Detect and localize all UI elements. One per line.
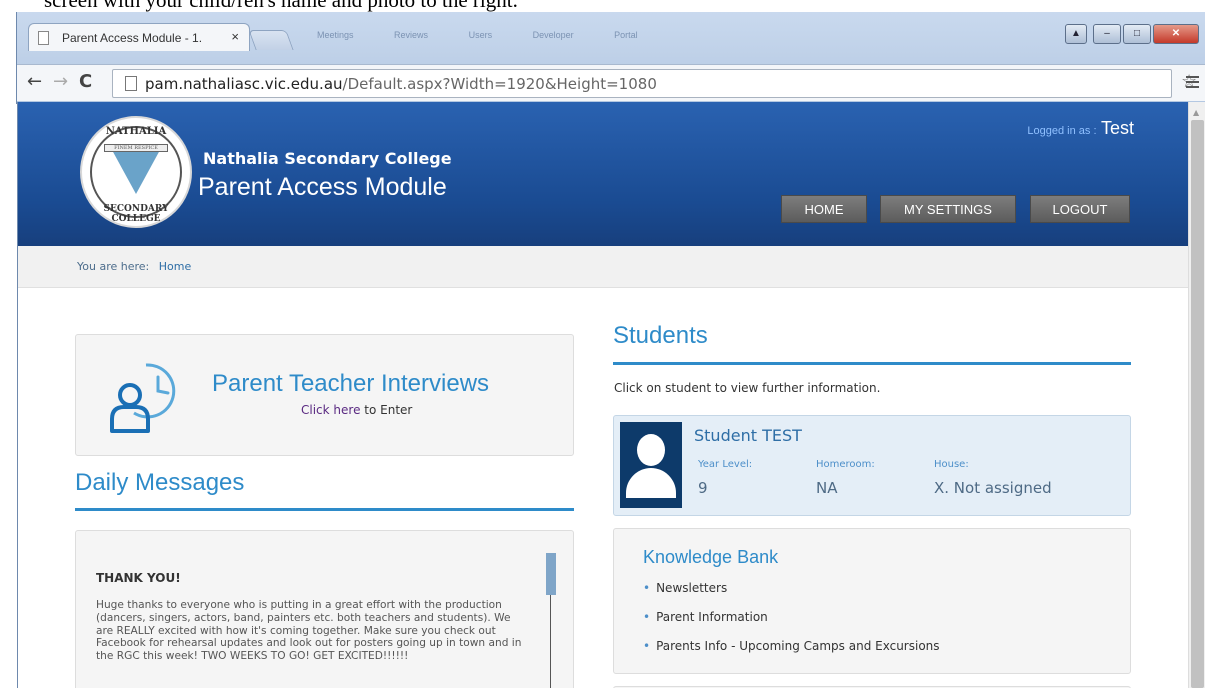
module-name: Parent Access Module	[198, 173, 447, 201]
url-text[interactable]: pam.nathaliasc.vic.edu.au/Default.aspx?W…	[145, 75, 657, 93]
homeroom-value: NA	[816, 479, 838, 497]
year-level-value: 9	[698, 479, 708, 497]
tab-parent-access-module[interactable]: Parent Access Module - 1. ×	[28, 23, 250, 51]
logo-emblem	[112, 150, 160, 194]
logo-bottom-text: SECONDARY COLLEGE	[103, 204, 169, 224]
back-icon[interactable]: ←	[27, 73, 42, 91]
breadcrumb-home-link[interactable]: Home	[159, 260, 191, 273]
pti-enter-link[interactable]: Click here to Enter	[301, 403, 412, 417]
knowledge-bank-link[interactable]: Newsletters	[656, 581, 727, 595]
background-tab[interactable]: Reviews	[394, 30, 428, 40]
student-photo-avatar	[620, 422, 682, 508]
knowledge-bank-list: • Newsletters • Parent Information • Parent…	[643, 581, 940, 668]
interview-clock-user-icon	[110, 363, 176, 433]
page-favicon-icon	[38, 31, 49, 45]
logged-in-user: Test	[1100, 118, 1134, 138]
logged-in-label: Logged in as :	[1027, 125, 1097, 137]
page-viewport: NATHALIA FINEM RESPICE SECONDARY COLLEGE…	[17, 102, 1188, 688]
background-tab-titles: Meetings Reviews Users Developer Portal	[317, 30, 676, 40]
knowledge-bank-panel: Knowledge Bank • Newsletters • Parent Info…	[613, 528, 1131, 674]
pti-click-here[interactable]: Click here	[301, 403, 360, 417]
knowledge-bank-link[interactable]: Parents Info - Upcoming Camps and Excurs…	[656, 639, 939, 653]
homeroom-label: Homeroom:	[816, 459, 875, 470]
message-body: Huge thanks to everyone who is putting i…	[96, 599, 522, 663]
daily-messages-panel: THANK YOU! Huge thanks to everyone who i…	[75, 530, 574, 688]
students-title: Students	[613, 322, 708, 349]
reload-icon[interactable]: C	[79, 73, 92, 91]
bullet-icon: •	[643, 610, 651, 624]
pti-title[interactable]: Parent Teacher Interviews	[212, 370, 489, 398]
logged-in-status: Logged in as : Test	[1027, 118, 1134, 139]
students-hint: Click on student to view further informa…	[614, 381, 881, 395]
browser-toolbar: ← → C pam.nathaliasc.vic.edu.au/Default.…	[17, 64, 1205, 101]
minimize-button[interactable]: –	[1093, 24, 1121, 44]
breadcrumb: You are here: Home	[77, 260, 191, 273]
logo-motto: FINEM RESPICE	[104, 144, 168, 152]
forward-icon[interactable]: →	[53, 73, 68, 91]
background-tab[interactable]: Meetings	[317, 30, 354, 40]
page-scrollbar[interactable]: ▲	[1188, 102, 1205, 688]
knowledge-bank-link[interactable]: Parent Information	[656, 610, 768, 624]
student-card[interactable]: Student TEST Year Level: Homeroom: House…	[613, 415, 1131, 516]
user-profile-button[interactable]: ▲	[1065, 24, 1087, 44]
knowledge-bank-item[interactable]: • Newsletters	[643, 581, 940, 610]
house-value: X. Not assigned	[934, 479, 1052, 497]
home-button[interactable]: HOME	[781, 195, 867, 223]
close-window-button[interactable]: ✕	[1153, 24, 1199, 44]
house-label: House:	[934, 459, 969, 470]
address-bar[interactable]: pam.nathaliasc.vic.edu.au/Default.aspx?W…	[112, 69, 1172, 98]
maximize-button[interactable]: □	[1123, 24, 1151, 44]
logout-button[interactable]: LOGOUT	[1030, 195, 1130, 223]
knowledge-bank-item[interactable]: • Parents Info - Upcoming Camps and Excur…	[643, 639, 940, 668]
daily-messages-divider	[75, 508, 574, 511]
new-tab-button[interactable]	[248, 30, 294, 50]
school-name: Nathalia Secondary College	[203, 149, 452, 168]
messages-scroll-thumb[interactable]	[546, 553, 556, 595]
background-tab[interactable]: Users	[469, 30, 493, 40]
year-level-label: Year Level:	[698, 459, 753, 470]
document-caption: screen with your child/ren's name and ph…	[44, 0, 518, 12]
bullet-icon: •	[643, 581, 651, 595]
message-heading: THANK YOU!	[96, 571, 181, 585]
url-path: /Default.aspx?Width=1920&Height=1080	[342, 75, 657, 93]
daily-messages-title: Daily Messages	[75, 469, 245, 496]
breadcrumb-bar: You are here: Home	[18, 246, 1188, 288]
student-name[interactable]: Student TEST	[694, 426, 802, 445]
bullet-icon: •	[643, 639, 651, 653]
window-controls: ▲ – □ ✕	[1063, 24, 1199, 46]
document-caption-strip: screen with your child/ren's name and ph…	[0, 0, 1205, 12]
site-header: NATHALIA FINEM RESPICE SECONDARY COLLEGE…	[18, 102, 1188, 246]
knowledge-bank-title: Knowledge Bank	[643, 547, 779, 567]
knowledge-bank-item[interactable]: • Parent Information	[643, 610, 940, 639]
page-icon	[125, 76, 137, 91]
parent-teacher-interviews-panel[interactable]: Parent Teacher Interviews Click here to …	[75, 334, 574, 456]
scrollbar-thumb[interactable]	[1191, 120, 1204, 688]
breadcrumb-label: You are here:	[77, 260, 150, 273]
logo-top-text: NATHALIA	[105, 126, 167, 137]
scroll-up-arrow-icon[interactable]: ▲	[1193, 108, 1199, 117]
tab-close-icon[interactable]: ×	[231, 29, 239, 44]
my-settings-button[interactable]: MY SETTINGS	[880, 195, 1016, 223]
students-divider	[613, 362, 1131, 365]
url-host: pam.nathaliasc.vic.edu.au	[145, 75, 343, 93]
background-tab[interactable]: Portal	[614, 30, 638, 40]
tab-title: Parent Access Module - 1.	[62, 31, 203, 45]
background-tab[interactable]: Developer	[533, 30, 574, 40]
pti-to-enter: to Enter	[360, 403, 413, 417]
browser-menu-icon[interactable]	[1186, 76, 1199, 91]
school-logo: NATHALIA FINEM RESPICE SECONDARY COLLEGE	[80, 116, 192, 228]
